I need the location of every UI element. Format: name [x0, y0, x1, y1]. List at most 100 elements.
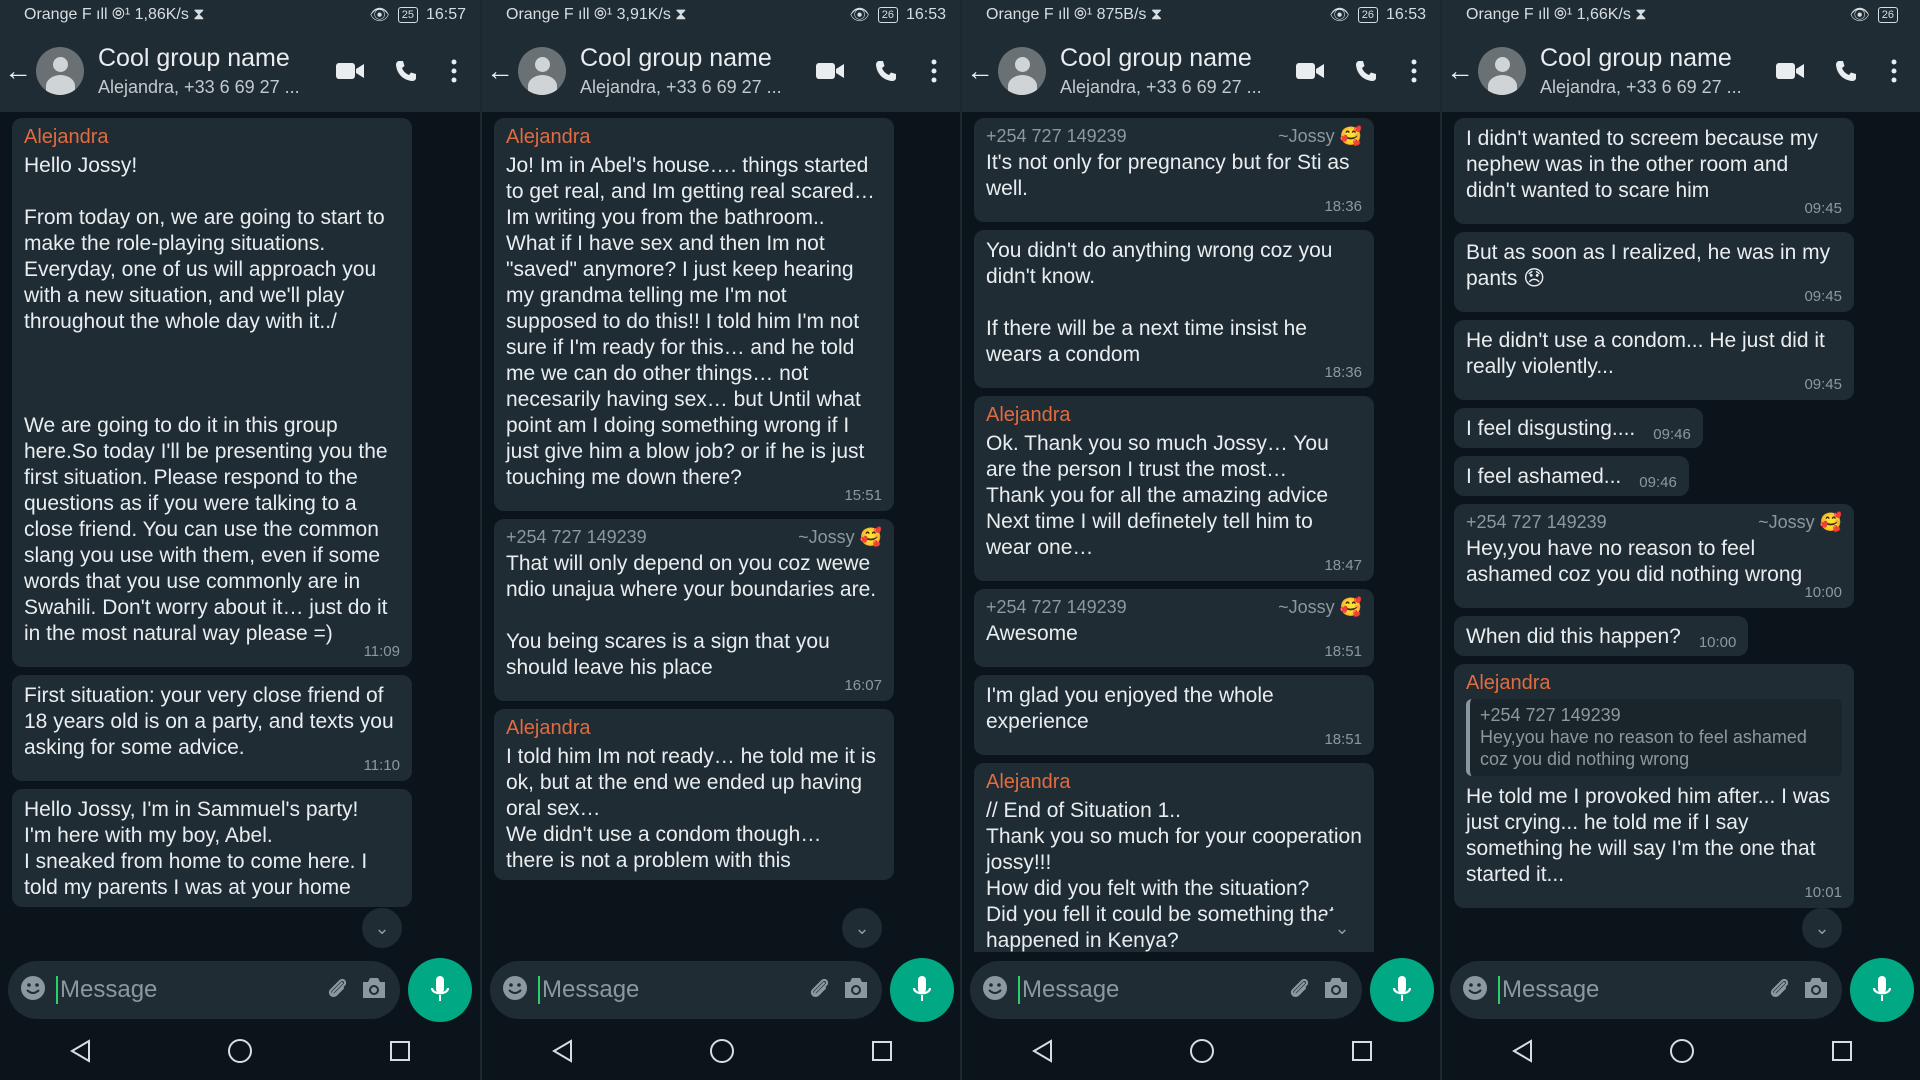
group-info[interactable]: Cool group name Alejandra, +33 6 69 27 .… — [1540, 44, 1762, 98]
back-arrow-icon[interactable]: ← — [486, 55, 514, 87]
voice-call-icon[interactable] — [858, 59, 914, 83]
chat-header[interactable]: ← Cool group name Alejandra, +33 6 69 27… — [962, 30, 1440, 112]
attach-icon[interactable] — [1286, 975, 1312, 1006]
message-input[interactable]: Message — [538, 976, 796, 1004]
message-bubble[interactable]: When did this happen? 10:00 — [1454, 616, 1749, 656]
group-name: Cool group name — [1060, 44, 1252, 72]
scroll-down-icon[interactable]: ⌄ — [1322, 908, 1362, 948]
message-bubble[interactable]: Alejandra Hello Jossy! From today on, we … — [12, 118, 412, 667]
message-bubble[interactable]: I feel ashamed... 09:46 — [1454, 456, 1689, 496]
group-avatar[interactable] — [518, 47, 566, 95]
message-list[interactable]: Alejandra Hello Jossy! From today on, we … — [0, 112, 480, 952]
message-bubble[interactable]: Alejandra I told him Im not ready… he tol… — [494, 709, 894, 880]
group-avatar[interactable] — [1478, 47, 1526, 95]
more-options-icon[interactable] — [914, 59, 954, 83]
attach-icon[interactable] — [1766, 975, 1792, 1006]
microphone-button[interactable] — [1850, 958, 1914, 1022]
eye-icon: 👁 — [1849, 7, 1870, 24]
message-bubble[interactable]: Hello Jossy, I'm in Sammuel's party! I'm… — [12, 789, 412, 907]
message-bubble[interactable]: First situation: your very close friend … — [12, 675, 412, 781]
quoted-message[interactable]: +254 727 149239 Hey,you have no reason to… — [1466, 699, 1842, 776]
attach-icon[interactable] — [324, 975, 350, 1006]
message-input[interactable]: Message — [1498, 976, 1756, 1004]
message-bubble[interactable]: +254 727 149239 ~Jossy 🥰 It's not only for… — [974, 118, 1374, 222]
sender-name: Alejandra — [1466, 672, 1551, 694]
camera-icon[interactable] — [842, 976, 870, 1005]
message-bubble[interactable]: Alejandra // End of Situation 1.. Thank y… — [974, 763, 1374, 952]
message-bubble[interactable]: I didn't wanted to screem because my nep… — [1454, 118, 1854, 224]
back-arrow-icon[interactable]: ← — [966, 55, 994, 87]
nav-recents-icon[interactable] — [1822, 1040, 1862, 1062]
camera-icon[interactable] — [1802, 976, 1830, 1005]
more-options-icon[interactable] — [1874, 59, 1914, 83]
video-call-icon[interactable] — [1762, 60, 1818, 82]
message-input[interactable]: Message — [56, 976, 314, 1004]
message-bubble[interactable]: +254 727 149239 ~Jossy 🥰 That will only de… — [494, 519, 894, 701]
camera-icon[interactable] — [360, 976, 388, 1005]
scroll-down-icon[interactable]: ⌄ — [362, 908, 402, 948]
nav-recents-icon[interactable] — [380, 1040, 420, 1062]
nav-home-icon[interactable] — [220, 1038, 260, 1064]
group-info[interactable]: Cool group name Alejandra, +33 6 69 27 .… — [98, 44, 322, 98]
message-bubble[interactable]: Alejandra +254 727 149239 Hey,you have no … — [1454, 664, 1854, 908]
nav-back-icon[interactable] — [1022, 1039, 1062, 1063]
nav-back-icon[interactable] — [1502, 1039, 1542, 1063]
message-input-box[interactable]: Message — [970, 961, 1362, 1019]
voice-call-icon[interactable] — [1338, 59, 1394, 83]
emoji-icon[interactable] — [502, 975, 528, 1006]
group-members: Alejandra, +33 6 69 27 ... — [1060, 77, 1262, 97]
scroll-down-icon[interactable]: ⌄ — [1802, 908, 1842, 948]
chat-header[interactable]: ← Cool group name Alejandra, +33 6 69 27… — [1442, 30, 1920, 112]
message-bubble[interactable]: Alejandra Ok. Thank you so much Jossy… Yo… — [974, 396, 1374, 581]
message-input-box[interactable]: Message — [8, 961, 400, 1019]
message-bubble[interactable]: He didn't use a condom... He just did it… — [1454, 320, 1854, 400]
camera-icon[interactable] — [1322, 976, 1350, 1005]
message-list[interactable]: Alejandra Jo! Im in Abel's house…. things… — [482, 112, 960, 952]
group-avatar[interactable] — [998, 47, 1046, 95]
microphone-button[interactable] — [890, 958, 954, 1022]
voice-call-icon[interactable] — [1818, 59, 1874, 83]
nav-home-icon[interactable] — [702, 1038, 742, 1064]
message-bubble[interactable]: Alejandra Jo! Im in Abel's house…. things… — [494, 118, 894, 511]
status-bar: Orange F ıll ⦾¹ 1,86K/s ⧗ 👁 25 16:57 — [0, 0, 480, 30]
message-input-box[interactable]: Message — [490, 961, 882, 1019]
chat-panel: Orange F ıll ⦾¹ 875B/s ⧗ 👁 26 16:53 ← Co… — [960, 0, 1440, 1080]
back-arrow-icon[interactable]: ← — [4, 55, 32, 87]
video-call-icon[interactable] — [1282, 60, 1338, 82]
microphone-button[interactable] — [408, 958, 472, 1022]
emoji-icon[interactable] — [20, 975, 46, 1006]
chat-header[interactable]: ← Cool group name Alejandra, +33 6 69 27… — [0, 30, 480, 112]
more-options-icon[interactable] — [1394, 59, 1434, 83]
group-avatar[interactable] — [36, 47, 84, 95]
message-list[interactable]: +254 727 149239 ~Jossy 🥰 It's not only for… — [962, 112, 1440, 952]
nav-back-icon[interactable] — [60, 1039, 100, 1063]
chat-header[interactable]: ← Cool group name Alejandra, +33 6 69 27… — [482, 30, 960, 112]
message-input[interactable]: Message — [1018, 976, 1276, 1004]
video-call-icon[interactable] — [802, 60, 858, 82]
message-bubble[interactable]: I feel disgusting.... 09:46 — [1454, 408, 1703, 448]
message-text: But as soon as I realized, he was in my … — [1466, 241, 1831, 290]
attach-icon[interactable] — [806, 975, 832, 1006]
nav-home-icon[interactable] — [1182, 1038, 1222, 1064]
nav-back-icon[interactable] — [542, 1039, 582, 1063]
message-bubble[interactable]: You didn't do anything wrong coz you did… — [974, 230, 1374, 388]
message-bubble[interactable]: +254 727 149239 ~Jossy 🥰 Awesome 18:51 — [974, 589, 1374, 667]
group-info[interactable]: Cool group name Alejandra, +33 6 69 27 .… — [1060, 44, 1282, 98]
nav-home-icon[interactable] — [1662, 1038, 1702, 1064]
message-list[interactable]: I didn't wanted to screem because my nep… — [1442, 112, 1920, 952]
more-options-icon[interactable] — [434, 59, 474, 83]
emoji-icon[interactable] — [982, 975, 1008, 1006]
video-call-icon[interactable] — [322, 60, 378, 82]
message-bubble[interactable]: But as soon as I realized, he was in my … — [1454, 232, 1854, 312]
message-input-box[interactable]: Message — [1450, 961, 1842, 1019]
back-arrow-icon[interactable]: ← — [1446, 55, 1474, 87]
group-info[interactable]: Cool group name Alejandra, +33 6 69 27 .… — [580, 44, 802, 98]
emoji-icon[interactable] — [1462, 975, 1488, 1006]
message-bubble[interactable]: +254 727 149239 ~Jossy 🥰 Hey,you have no r… — [1454, 504, 1854, 608]
scroll-down-icon[interactable]: ⌄ — [842, 908, 882, 948]
voice-call-icon[interactable] — [378, 59, 434, 83]
message-bubble[interactable]: I'm glad you enjoyed the whole experienc… — [974, 675, 1374, 755]
microphone-button[interactable] — [1370, 958, 1434, 1022]
nav-recents-icon[interactable] — [1342, 1040, 1382, 1062]
nav-recents-icon[interactable] — [862, 1040, 902, 1062]
